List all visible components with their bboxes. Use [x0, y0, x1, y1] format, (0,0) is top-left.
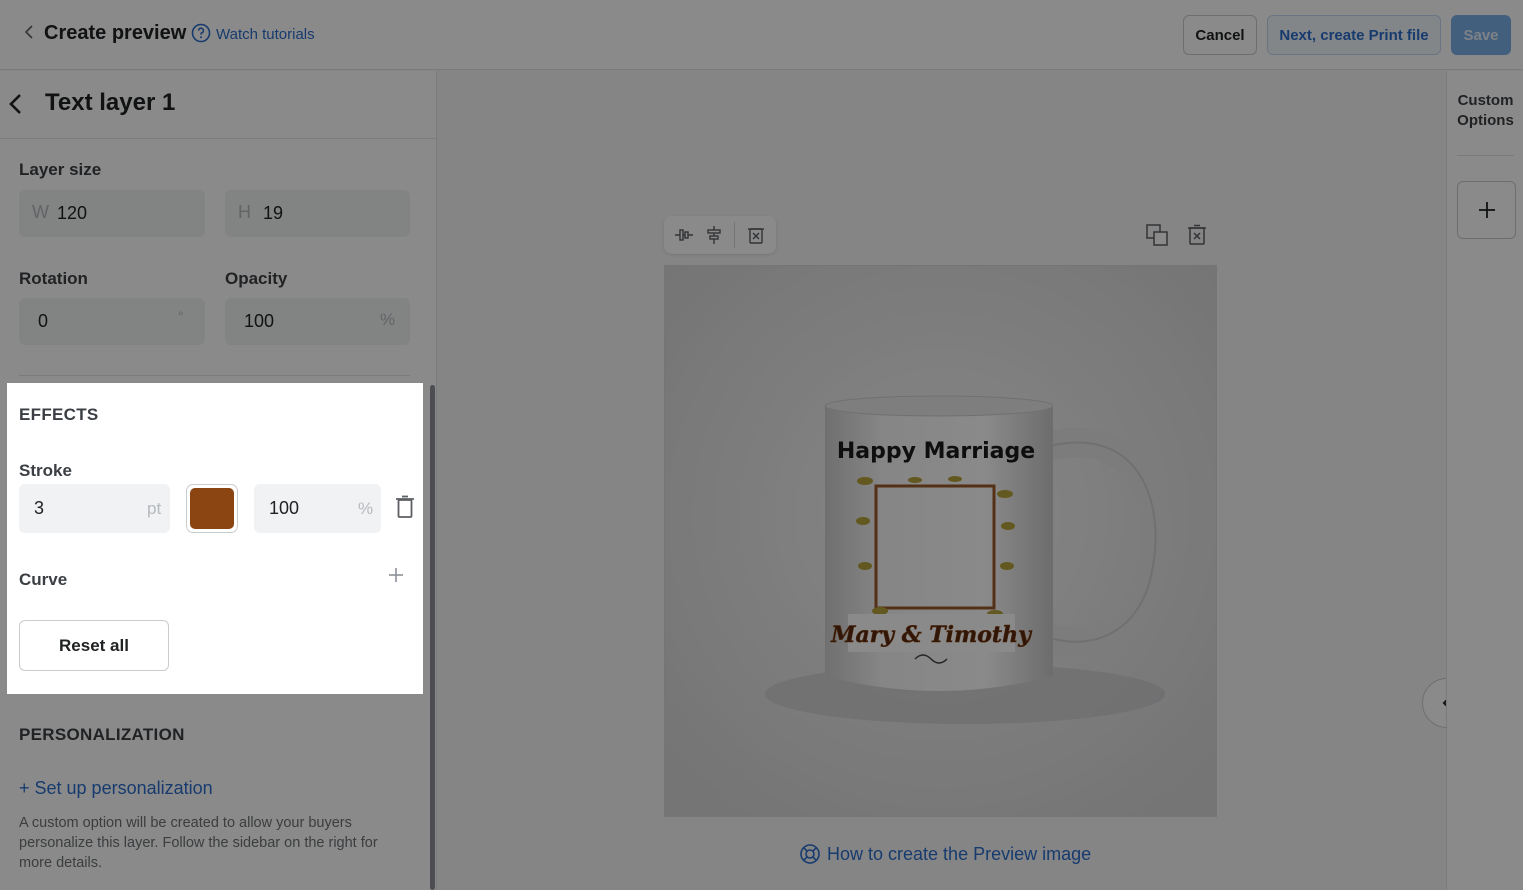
degree-unit: ° — [178, 308, 184, 324]
opacity-label: Opacity — [225, 269, 288, 288]
next-create-print-file-button[interactable]: Next, create Print file — [1267, 15, 1441, 55]
rotation-label: Rotation — [19, 269, 88, 288]
stroke-label: Stroke — [19, 461, 72, 480]
how-to-preview-label: How to create the Preview image — [827, 843, 1092, 864]
back-arrow-icon[interactable] — [6, 93, 24, 115]
opacity-value: 100 — [244, 311, 275, 331]
layer-width-field[interactable]: W 120 — [19, 190, 205, 237]
watch-tutorials-link[interactable]: Watch tutorials — [216, 26, 315, 43]
mug-mockup-image: Happy Marriage Mary & Timothy — [665, 266, 1216, 816]
preview-canvas[interactable]: Happy Marriage Mary & Timothy — [664, 265, 1217, 817]
layer-height-field[interactable]: H 19 — [225, 190, 410, 237]
toolbar-separator — [734, 222, 735, 248]
delete-layer-icon[interactable] — [746, 225, 766, 245]
top-bar: Create preview Watch tutorials Cancel Ne… — [0, 0, 1523, 70]
stroke-opacity-value: 100 — [269, 498, 300, 518]
rail-separator — [1457, 155, 1514, 156]
rotation-value: 0 — [38, 311, 49, 331]
curve-label: Curve — [19, 570, 68, 589]
page-title: Create preview — [44, 22, 187, 44]
layer-width-value: 120 — [57, 203, 88, 223]
stroke-color-swatch — [190, 488, 234, 529]
mug-names-text: Mary & Timothy — [830, 622, 1033, 648]
right-rail: Custom Options — [1446, 71, 1523, 890]
effects-section: EFFECTS Stroke 3 pt 100 % Curve Reset al… — [7, 383, 423, 694]
reset-all-button[interactable]: Reset all — [19, 620, 169, 671]
panel-header: Text layer 1 — [0, 71, 436, 139]
how-to-preview-link[interactable]: How to create the Preview image — [799, 843, 1091, 865]
delete-image-icon[interactable] — [1185, 223, 1209, 247]
mug-heading-text: Happy Marriage — [837, 439, 1035, 464]
align-horizontal-center-icon[interactable] — [704, 225, 724, 245]
chevron-left-icon[interactable] — [22, 24, 36, 40]
layer-toolbar — [664, 216, 776, 254]
trash-icon[interactable] — [395, 495, 415, 519]
personalization-heading: PERSONALIZATION — [19, 725, 185, 744]
add-curve-icon[interactable] — [387, 566, 405, 584]
canvas-area: Happy Marriage Mary & Timothy How to cre… — [437, 71, 1472, 890]
question-circle-icon[interactable] — [191, 23, 211, 43]
save-button[interactable]: Save — [1451, 15, 1511, 55]
effects-heading: EFFECTS — [19, 405, 99, 424]
stroke-width-value: 3 — [34, 498, 45, 518]
width-prefix: W — [32, 202, 49, 222]
opacity-field[interactable]: 100 % — [225, 298, 410, 345]
layer-height-value: 19 — [263, 203, 284, 223]
custom-options-label: Custom Options — [1457, 92, 1514, 129]
align-vertical-center-icon[interactable] — [674, 225, 694, 245]
stroke-percent-unit: % — [358, 499, 374, 518]
divider — [19, 375, 410, 376]
setup-personalization-link[interactable]: + Set up personalization — [19, 778, 213, 799]
add-custom-option-button[interactable] — [1457, 181, 1516, 239]
personalization-help-text: A custom option will be created to allow… — [19, 815, 378, 871]
stroke-opacity-field[interactable]: 100 % — [254, 484, 381, 533]
layer-size-label: Layer size — [19, 160, 102, 179]
stroke-width-field[interactable]: 3 pt — [19, 484, 170, 533]
lifebuoy-icon — [800, 844, 820, 864]
rotation-field[interactable]: 0 ° — [19, 298, 205, 345]
layer-title: Text layer 1 — [45, 89, 176, 116]
pt-unit: pt — [147, 499, 162, 518]
percent-unit: % — [380, 310, 396, 329]
panel-scrollbar[interactable] — [430, 385, 435, 890]
cancel-button[interactable]: Cancel — [1183, 15, 1257, 55]
height-prefix: H — [238, 202, 251, 222]
plus-icon — [1478, 202, 1495, 218]
replace-image-icon[interactable] — [1145, 223, 1169, 247]
stroke-color-picker[interactable] — [186, 484, 238, 533]
